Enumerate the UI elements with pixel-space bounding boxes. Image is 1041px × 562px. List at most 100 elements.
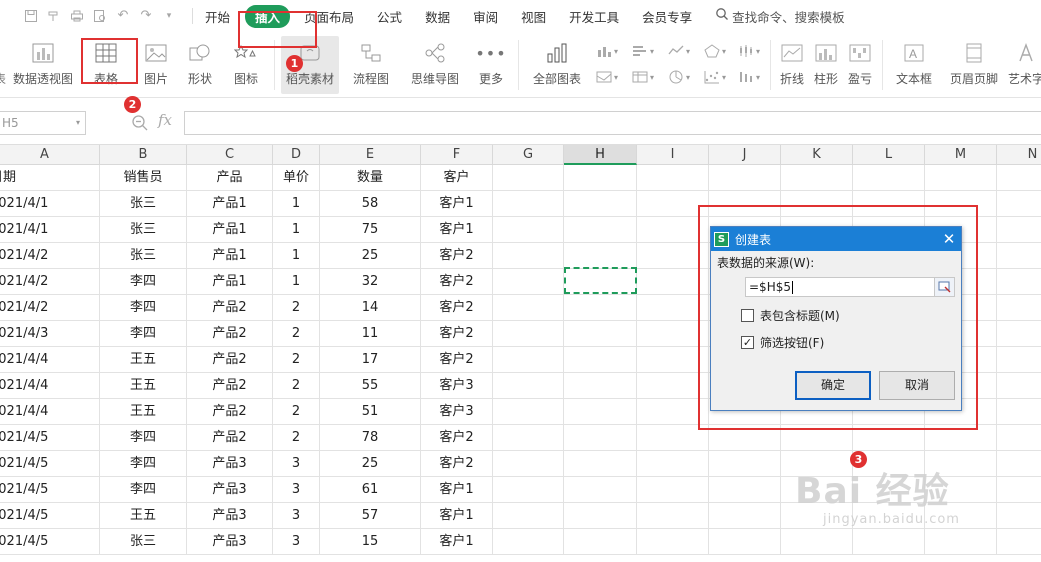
column-header-c[interactable]: C (187, 145, 273, 165)
shape-button[interactable]: 形状 (182, 36, 218, 94)
column-header-i[interactable]: I (637, 145, 709, 165)
empty-cell[interactable] (997, 529, 1041, 555)
table-cell[interactable]: 张三 (100, 191, 187, 217)
empty-cell[interactable] (997, 295, 1041, 321)
empty-cell[interactable] (493, 373, 564, 399)
bar-chart-dropdown[interactable]: ▾ (632, 42, 668, 60)
all-charts-button[interactable]: 全部图表 (526, 36, 588, 94)
column-header-n[interactable]: N (997, 145, 1041, 165)
table-cell[interactable]: 张三 (100, 529, 187, 555)
table-cell[interactable]: 2021/4/5 (0, 425, 100, 451)
name-box-dropdown-icon[interactable]: ▾ (76, 112, 80, 134)
table-cell[interactable]: 32 (320, 269, 421, 295)
column-header-e[interactable]: E (320, 145, 421, 165)
empty-cell[interactable] (637, 451, 709, 477)
save-icon[interactable] (24, 9, 38, 23)
table-cell[interactable]: 客户3 (421, 373, 493, 399)
table-cell[interactable]: 李四 (100, 477, 187, 503)
table-cell[interactable]: 客户2 (421, 295, 493, 321)
column-header-m[interactable]: M (925, 145, 997, 165)
table-cell[interactable]: 客户2 (421, 451, 493, 477)
empty-cell[interactable] (709, 529, 781, 555)
empty-cell[interactable] (997, 269, 1041, 295)
empty-cell[interactable] (493, 243, 564, 269)
table-cell[interactable]: 王五 (100, 347, 187, 373)
table-cell[interactable]: 客户1 (421, 529, 493, 555)
empty-cell[interactable] (493, 295, 564, 321)
column-header-g[interactable]: G (493, 145, 564, 165)
column-header-f[interactable]: F (421, 145, 493, 165)
empty-cell[interactable] (564, 399, 637, 425)
empty-cell[interactable] (564, 191, 637, 217)
format-painter-icon[interactable] (47, 9, 61, 23)
header-cell[interactable]: 单价 (273, 165, 320, 191)
empty-cell[interactable] (564, 321, 637, 347)
table-cell[interactable]: 张三 (100, 217, 187, 243)
table-cell[interactable]: 产品1 (187, 269, 273, 295)
empty-cell[interactable] (564, 243, 637, 269)
mindmap-button[interactable]: 思维导图 (404, 36, 466, 94)
undo-icon[interactable]: ↶ (116, 9, 130, 23)
table-cell[interactable]: 11 (320, 321, 421, 347)
empty-cell[interactable] (493, 503, 564, 529)
ribbon-cut-off-item[interactable]: 表 (0, 36, 8, 94)
table-cell[interactable]: 2021/4/1 (0, 191, 100, 217)
table-cell[interactable]: 2021/4/2 (0, 243, 100, 269)
area-chart-dropdown[interactable]: ▾ (596, 68, 632, 86)
zoom-out-icon[interactable] (131, 114, 149, 132)
empty-cell[interactable] (997, 477, 1041, 503)
table-cell[interactable]: 2021/4/3 (0, 321, 100, 347)
table-cell[interactable]: 产品3 (187, 451, 273, 477)
column-header-h[interactable]: H (564, 145, 637, 165)
picture-button[interactable]: 图片 (138, 36, 174, 94)
table-cell[interactable]: 2021/4/4 (0, 347, 100, 373)
table-cell[interactable]: 2 (273, 399, 320, 425)
empty-cell[interactable] (564, 451, 637, 477)
empty-cell[interactable] (564, 347, 637, 373)
table-cell[interactable]: 李四 (100, 269, 187, 295)
empty-cell[interactable] (637, 477, 709, 503)
empty-cell[interactable] (997, 451, 1041, 477)
print-preview-icon[interactable] (93, 9, 107, 23)
table-cell[interactable]: 王五 (100, 503, 187, 529)
textbox-button[interactable]: A 文本框 (890, 36, 938, 94)
wordart-button[interactable]: 艺术字 (1006, 36, 1041, 94)
empty-cell[interactable] (564, 217, 637, 243)
pie-chart-dropdown[interactable]: ▾ (668, 68, 704, 86)
table-cell[interactable]: 75 (320, 217, 421, 243)
table-cell[interactable]: 57 (320, 503, 421, 529)
empty-cell[interactable] (997, 191, 1041, 217)
table-cell[interactable]: 1 (273, 191, 320, 217)
table-cell[interactable]: 2021/4/4 (0, 399, 100, 425)
header-footer-button[interactable]: 页眉页脚 (946, 36, 1002, 94)
name-box[interactable]: H5 ▾ (0, 111, 86, 135)
tab-home[interactable]: 开始 (205, 7, 230, 26)
table-cell[interactable]: 2021/4/1 (0, 217, 100, 243)
column-header-k[interactable]: K (781, 145, 853, 165)
table-cell[interactable]: 产品1 (187, 243, 273, 269)
table-cell[interactable]: 3 (273, 477, 320, 503)
table-cell[interactable]: 客户1 (421, 191, 493, 217)
empty-cell[interactable] (493, 477, 564, 503)
table-cell[interactable]: 2 (273, 321, 320, 347)
table-cell[interactable]: 3 (273, 529, 320, 555)
flowchart-button[interactable]: 流程图 (346, 36, 396, 94)
header-cell[interactable]: 数量 (320, 165, 421, 191)
empty-cell[interactable] (564, 295, 637, 321)
empty-cell[interactable] (493, 191, 564, 217)
command-search[interactable]: 查找命令、搜索模板 (715, 7, 845, 26)
column-header-l[interactable]: L (853, 145, 925, 165)
empty-cell[interactable] (564, 529, 637, 555)
tab-data[interactable]: 数据 (425, 7, 450, 26)
table-cell[interactable]: 客户2 (421, 269, 493, 295)
empty-cell[interactable] (781, 529, 853, 555)
header-cell[interactable]: 日期 (0, 165, 100, 191)
empty-cell[interactable] (709, 477, 781, 503)
tab-review[interactable]: 审阅 (473, 7, 498, 26)
table-cell[interactable]: 王五 (100, 399, 187, 425)
table-cell[interactable]: 客户2 (421, 425, 493, 451)
table-cell[interactable]: 产品2 (187, 399, 273, 425)
line-chart-dropdown[interactable]: ▾ (668, 42, 704, 60)
tab-view[interactable]: 视图 (521, 7, 546, 26)
table-cell[interactable]: 3 (273, 503, 320, 529)
